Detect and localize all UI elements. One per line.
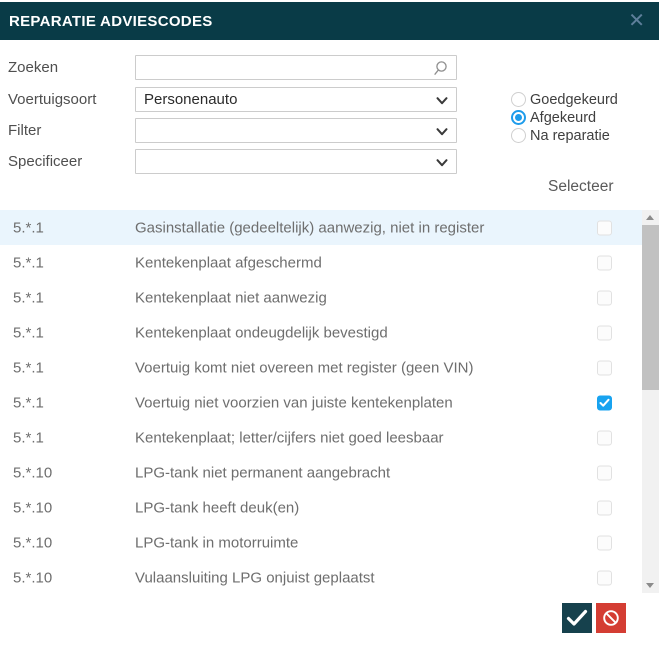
radio-option-goedgekeurd[interactable]: Goedgekeurd	[511, 92, 618, 107]
radio-option-afgekeurd[interactable]: Afgekeurd	[511, 110, 618, 125]
dialog-title: REPARATIE ADVIESCODES	[9, 13, 213, 30]
table-row[interactable]: 5.*.1 Kentekenplaat afgeschermd	[0, 245, 642, 280]
row-code: 5.*.1	[13, 429, 44, 446]
radio-icon[interactable]	[511, 110, 526, 125]
table-row[interactable]: 5.*.10 LPG-tank in motorruimte	[0, 525, 642, 560]
row-description: LPG-tank niet permanent aangebracht	[135, 464, 390, 481]
close-icon[interactable]: ✕	[628, 11, 645, 31]
specify-select[interactable]	[135, 149, 457, 174]
specify-label: Specificeer	[8, 149, 82, 174]
row-description: Kentekenplaat afgeschermd	[135, 254, 322, 271]
row-description: Kentekenplaat; letter/cijfers niet goed …	[135, 429, 444, 446]
row-code: 5.*.10	[13, 499, 52, 516]
row-checkbox[interactable]	[597, 465, 612, 480]
table-row[interactable]: 5.*.1 Voertuig niet voorzien van juiste …	[0, 385, 642, 420]
row-description: Kentekenplaat ondeugdelijk bevestigd	[135, 324, 388, 341]
scroll-up-arrow-icon[interactable]	[642, 210, 659, 225]
chevron-down-icon	[436, 128, 448, 136]
row-code: 5.*.1	[13, 289, 44, 306]
search-field	[135, 55, 457, 80]
table-row[interactable]: 5.*.10 LPG-tank niet permanent aangebrac…	[0, 455, 642, 490]
row-checkbox[interactable]	[597, 220, 612, 235]
chevron-down-icon	[436, 159, 448, 167]
check-icon	[566, 609, 588, 627]
row-code: 5.*.10	[13, 569, 52, 586]
table-row[interactable]: 5.*.10 Vulaansluiting LPG onjuist geplaa…	[0, 560, 642, 593]
search-label: Zoeken	[8, 55, 58, 80]
row-code: 5.*.1	[13, 219, 44, 236]
select-column-header: Selecteer	[548, 178, 613, 196]
radio-label: Goedgekeurd	[530, 92, 618, 108]
reparatie-adviescodes-dialog: REPARATIE ADVIESCODES ✕ Zoeken Voertuigs…	[0, 0, 659, 656]
row-description: Voertuig niet voorzien van juiste kentek…	[135, 394, 453, 411]
vehicle-type-label: Voertuigsoort	[8, 87, 96, 112]
scrollbar-thumb[interactable]	[642, 225, 659, 390]
search-input[interactable]	[136, 56, 456, 79]
status-filter-group: Goedgekeurd Afgekeurd Na reparatie	[511, 92, 618, 143]
row-code: 5.*.1	[13, 359, 44, 376]
row-checkbox[interactable]	[597, 535, 612, 550]
radio-option-na-reparatie[interactable]: Na reparatie	[511, 128, 618, 143]
row-checkbox[interactable]	[597, 290, 612, 305]
advice-code-list: 5.*.1 Gasinstallatie (gedeeltelijk) aanw…	[0, 210, 642, 593]
row-checkbox[interactable]	[597, 395, 612, 410]
row-checkbox[interactable]	[597, 255, 612, 270]
scrollbar[interactable]	[642, 210, 659, 593]
chevron-down-icon	[436, 97, 448, 105]
check-icon	[599, 398, 610, 407]
radio-label: Afgekeurd	[530, 110, 596, 126]
scroll-down-arrow-icon[interactable]	[642, 578, 659, 593]
row-description: Kentekenplaat niet aanwezig	[135, 289, 327, 306]
dialog-header: REPARATIE ADVIESCODES ✕	[0, 2, 659, 40]
row-description: LPG-tank in motorruimte	[135, 534, 298, 551]
filter-label: Filter	[8, 118, 41, 143]
row-description: LPG-tank heeft deuk(en)	[135, 499, 299, 516]
row-checkbox[interactable]	[597, 570, 612, 585]
table-row[interactable]: 5.*.10 LPG-tank heeft deuk(en)	[0, 490, 642, 525]
row-code: 5.*.1	[13, 324, 44, 341]
row-description: Gasinstallatie (gedeeltelijk) aanwezig, …	[135, 219, 484, 236]
search-row: Zoeken	[0, 55, 659, 80]
row-checkbox[interactable]	[597, 430, 612, 445]
table-row[interactable]: 5.*.1 Gasinstallatie (gedeeltelijk) aanw…	[0, 210, 642, 245]
row-checkbox[interactable]	[597, 360, 612, 375]
table-row[interactable]: 5.*.1 Voertuig komt niet overeen met reg…	[0, 350, 642, 385]
radio-icon[interactable]	[511, 128, 526, 143]
filter-select[interactable]	[135, 118, 457, 143]
row-code: 5.*.10	[13, 464, 52, 481]
row-code: 5.*.1	[13, 394, 44, 411]
vehicle-type-select[interactable]: Personenauto	[135, 87, 457, 112]
table-row[interactable]: 5.*.1 Kentekenplaat niet aanwezig	[0, 280, 642, 315]
search-icon[interactable]	[432, 60, 449, 77]
table-row[interactable]: 5.*.1 Kentekenplaat; letter/cijfers niet…	[0, 420, 642, 455]
confirm-button[interactable]	[562, 603, 592, 633]
table-row[interactable]: 5.*.1 Kentekenplaat ondeugdelijk bevesti…	[0, 315, 642, 350]
row-checkbox[interactable]	[597, 325, 612, 340]
row-description: Voertuig komt niet overeen met register …	[135, 359, 474, 376]
row-checkbox[interactable]	[597, 500, 612, 515]
radio-label: Na reparatie	[530, 128, 610, 144]
vehicle-type-value: Personenauto	[144, 91, 237, 108]
prohibition-icon	[599, 606, 623, 630]
specify-row: Specificeer	[0, 149, 659, 174]
row-description: Vulaansluiting LPG onjuist geplaatst	[135, 569, 375, 586]
cancel-button[interactable]	[596, 603, 626, 633]
radio-icon[interactable]	[511, 92, 526, 107]
row-code: 5.*.1	[13, 254, 44, 271]
row-code: 5.*.10	[13, 534, 52, 551]
